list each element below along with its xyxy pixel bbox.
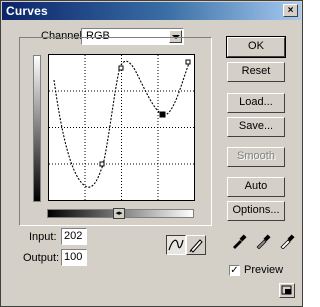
- input-field[interactable]: 202: [61, 228, 87, 245]
- preview-label: Preview: [244, 264, 284, 276]
- black-eyedropper-icon[interactable]: [231, 233, 247, 249]
- auto-button[interactable]: Auto: [227, 177, 285, 197]
- curves-dialog: Curves × Channel: RGB ◂▸ Input: 202 Outp…: [0, 0, 303, 307]
- swap-gradient-icon[interactable]: ◂▸: [113, 208, 125, 219]
- output-label: Output:: [23, 252, 60, 264]
- gray-eyedropper-icon[interactable]: [255, 233, 271, 250]
- curve-tool-icon: [168, 239, 184, 251]
- curve-tool-button[interactable]: [166, 235, 186, 255]
- curve-point[interactable]: [99, 161, 105, 167]
- dialog-title: Curves: [6, 4, 48, 18]
- curve-point-selected[interactable]: [159, 111, 166, 118]
- reset-button[interactable]: Reset: [227, 62, 285, 82]
- preview-checkbox[interactable]: ✓: [229, 265, 240, 276]
- output-gradient-bar: [33, 55, 41, 202]
- output-field[interactable]: 100: [61, 249, 87, 266]
- ok-button[interactable]: OK: [226, 36, 286, 58]
- pencil-tool-button[interactable]: [186, 235, 206, 255]
- pencil-icon: [189, 239, 203, 253]
- graph-grid: [49, 55, 194, 200]
- curve-point[interactable]: [185, 59, 191, 65]
- white-eyedropper-icon[interactable]: [279, 233, 295, 250]
- options-button[interactable]: Options...: [227, 201, 285, 221]
- smooth-button[interactable]: Smooth: [227, 147, 285, 167]
- curve-point[interactable]: [118, 65, 124, 71]
- input-label: Input:: [29, 231, 57, 243]
- curve-graph[interactable]: [48, 54, 195, 201]
- expand-view-button[interactable]: [279, 283, 295, 298]
- save-button[interactable]: Save...: [227, 117, 285, 137]
- resize-icon: [281, 285, 292, 295]
- close-button[interactable]: ×: [283, 4, 298, 17]
- title-bar[interactable]: Curves ×: [2, 2, 301, 20]
- load-button[interactable]: Load...: [227, 93, 285, 113]
